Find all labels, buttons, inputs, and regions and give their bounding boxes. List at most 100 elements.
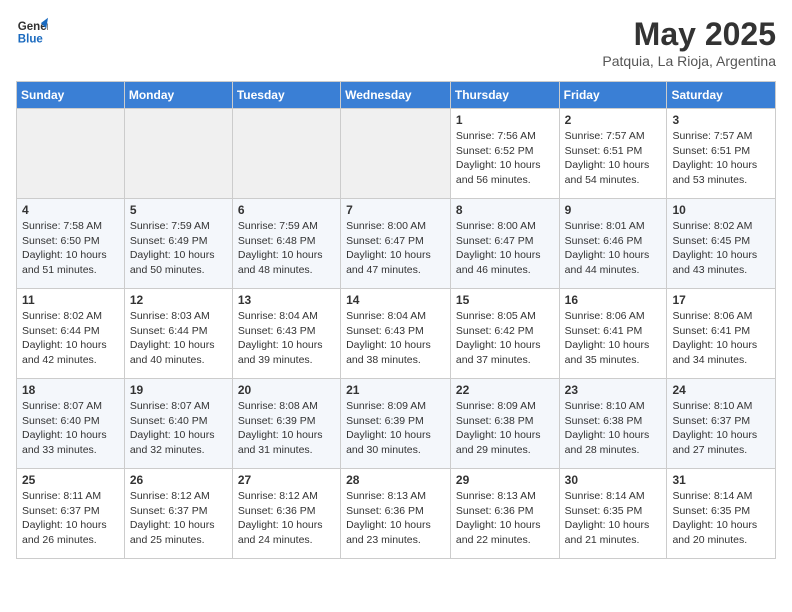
day-info: Sunrise: 8:09 AMSunset: 6:38 PMDaylight:… <box>456 399 554 458</box>
day-number: 12 <box>130 293 227 307</box>
calendar-cell: 10 Sunrise: 8:02 AMSunset: 6:45 PMDayligh… <box>667 199 776 289</box>
day-info: Sunrise: 8:06 AMSunset: 6:41 PMDaylight:… <box>672 309 770 368</box>
calendar-week-1: 1 Sunrise: 7:56 AMSunset: 6:52 PMDaylight… <box>17 109 776 199</box>
day-info: Sunrise: 8:10 AMSunset: 6:37 PMDaylight:… <box>672 399 770 458</box>
calendar-cell: 14 Sunrise: 8:04 AMSunset: 6:43 PMDayligh… <box>341 289 451 379</box>
calendar-cell: 17 Sunrise: 8:06 AMSunset: 6:41 PMDayligh… <box>667 289 776 379</box>
day-info: Sunrise: 7:56 AMSunset: 6:52 PMDaylight:… <box>456 129 554 188</box>
day-info: Sunrise: 8:07 AMSunset: 6:40 PMDaylight:… <box>130 399 227 458</box>
day-number: 3 <box>672 113 770 127</box>
calendar-cell: 6 Sunrise: 7:59 AMSunset: 6:48 PMDaylight… <box>232 199 340 289</box>
calendar-cell: 24Sunrise: 8:10 AMSunset: 6:37 PMDayligh… <box>667 379 776 469</box>
day-info: Sunrise: 8:12 AMSunset: 6:37 PMDaylight:… <box>130 489 227 548</box>
day-info: Sunrise: 8:09 AMSunset: 6:39 PMDaylight:… <box>346 399 445 458</box>
location-subtitle: Patquia, La Rioja, Argentina <box>602 53 776 69</box>
calendar-cell: 31Sunrise: 8:14 AMSunset: 6:35 PMDayligh… <box>667 469 776 559</box>
calendar-cell: 7 Sunrise: 8:00 AMSunset: 6:47 PMDaylight… <box>341 199 451 289</box>
day-info: Sunrise: 8:04 AMSunset: 6:43 PMDaylight:… <box>346 309 445 368</box>
day-info: Sunrise: 7:57 AMSunset: 6:51 PMDaylight:… <box>565 129 662 188</box>
day-info: Sunrise: 8:10 AMSunset: 6:38 PMDaylight:… <box>565 399 662 458</box>
day-number: 6 <box>238 203 335 217</box>
day-number: 25 <box>22 473 119 487</box>
calendar-cell <box>341 109 451 199</box>
day-number: 26 <box>130 473 227 487</box>
calendar-cell: 27 Sunrise: 8:12 AMSunset: 6:36 PMDayligh… <box>232 469 340 559</box>
day-info: Sunrise: 7:57 AMSunset: 6:51 PMDaylight:… <box>672 129 770 188</box>
day-info: Sunrise: 8:00 AMSunset: 6:47 PMDaylight:… <box>456 219 554 278</box>
calendar-table: SundayMondayTuesdayWednesdayThursdayFrid… <box>16 81 776 559</box>
calendar-cell: 23 Sunrise: 8:10 AMSunset: 6:38 PMDayligh… <box>559 379 667 469</box>
day-info: Sunrise: 8:00 AMSunset: 6:47 PMDaylight:… <box>346 219 445 278</box>
calendar-cell: 30 Sunrise: 8:14 AMSunset: 6:35 PMDayligh… <box>559 469 667 559</box>
calendar-cell <box>232 109 340 199</box>
day-number: 13 <box>238 293 335 307</box>
day-of-week-saturday: Saturday <box>667 82 776 109</box>
day-info: Sunrise: 8:02 AMSunset: 6:45 PMDaylight:… <box>672 219 770 278</box>
day-info: Sunrise: 8:04 AMSunset: 6:43 PMDaylight:… <box>238 309 335 368</box>
calendar-cell: 20Sunrise: 8:08 AMSunset: 6:39 PMDayligh… <box>232 379 340 469</box>
calendar-cell <box>17 109 125 199</box>
day-info: Sunrise: 8:01 AMSunset: 6:46 PMDaylight:… <box>565 219 662 278</box>
calendar-header-row: SundayMondayTuesdayWednesdayThursdayFrid… <box>17 82 776 109</box>
calendar-cell: 15 Sunrise: 8:05 AMSunset: 6:42 PMDayligh… <box>450 289 559 379</box>
day-info: Sunrise: 8:13 AMSunset: 6:36 PMDaylight:… <box>456 489 554 548</box>
day-of-week-monday: Monday <box>124 82 232 109</box>
day-number: 9 <box>565 203 662 217</box>
calendar-cell: 29 Sunrise: 8:13 AMSunset: 6:36 PMDayligh… <box>450 469 559 559</box>
day-info: Sunrise: 8:03 AMSunset: 6:44 PMDaylight:… <box>130 309 227 368</box>
day-number: 17 <box>672 293 770 307</box>
page-header: General Blue May 2025 Patquia, La Rioja,… <box>16 16 776 69</box>
day-number: 1 <box>456 113 554 127</box>
calendar-cell: 13 Sunrise: 8:04 AMSunset: 6:43 PMDayligh… <box>232 289 340 379</box>
day-number: 22 <box>456 383 554 397</box>
day-of-week-tuesday: Tuesday <box>232 82 340 109</box>
day-number: 21 <box>346 383 445 397</box>
day-number: 10 <box>672 203 770 217</box>
day-info: Sunrise: 7:58 AMSunset: 6:50 PMDaylight:… <box>22 219 119 278</box>
day-number: 23 <box>565 383 662 397</box>
day-of-week-thursday: Thursday <box>450 82 559 109</box>
calendar-cell: 4 Sunrise: 7:58 AMSunset: 6:50 PMDaylight… <box>17 199 125 289</box>
day-info: Sunrise: 8:07 AMSunset: 6:40 PMDaylight:… <box>22 399 119 458</box>
day-info: Sunrise: 8:14 AMSunset: 6:35 PMDaylight:… <box>565 489 662 548</box>
calendar-cell: 5Sunrise: 7:59 AMSunset: 6:49 PMDaylight… <box>124 199 232 289</box>
title-block: May 2025 Patquia, La Rioja, Argentina <box>602 16 776 69</box>
day-info: Sunrise: 8:13 AMSunset: 6:36 PMDaylight:… <box>346 489 445 548</box>
day-number: 8 <box>456 203 554 217</box>
calendar-cell: 19 Sunrise: 8:07 AMSunset: 6:40 PMDayligh… <box>124 379 232 469</box>
calendar-cell: 9 Sunrise: 8:01 AMSunset: 6:46 PMDaylight… <box>559 199 667 289</box>
day-number: 2 <box>565 113 662 127</box>
calendar-week-5: 25 Sunrise: 8:11 AMSunset: 6:37 PMDayligh… <box>17 469 776 559</box>
day-number: 29 <box>456 473 554 487</box>
calendar-cell: 22 Sunrise: 8:09 AMSunset: 6:38 PMDayligh… <box>450 379 559 469</box>
day-info: Sunrise: 8:12 AMSunset: 6:36 PMDaylight:… <box>238 489 335 548</box>
calendar-cell: 12 Sunrise: 8:03 AMSunset: 6:44 PMDayligh… <box>124 289 232 379</box>
day-number: 5 <box>130 203 227 217</box>
day-number: 11 <box>22 293 119 307</box>
day-number: 19 <box>130 383 227 397</box>
logo: General Blue <box>16 16 48 48</box>
calendar-week-3: 11 Sunrise: 8:02 AMSunset: 6:44 PMDayligh… <box>17 289 776 379</box>
day-number: 15 <box>456 293 554 307</box>
calendar-week-2: 4 Sunrise: 7:58 AMSunset: 6:50 PMDaylight… <box>17 199 776 289</box>
day-number: 14 <box>346 293 445 307</box>
day-info: Sunrise: 8:02 AMSunset: 6:44 PMDaylight:… <box>22 309 119 368</box>
day-info: Sunrise: 7:59 AMSunset: 6:48 PMDaylight:… <box>238 219 335 278</box>
day-number: 4 <box>22 203 119 217</box>
logo-icon: General Blue <box>16 16 48 48</box>
day-number: 31 <box>672 473 770 487</box>
day-of-week-wednesday: Wednesday <box>341 82 451 109</box>
day-number: 27 <box>238 473 335 487</box>
calendar-week-4: 18Sunrise: 8:07 AMSunset: 6:40 PMDayligh… <box>17 379 776 469</box>
calendar-cell: 28 Sunrise: 8:13 AMSunset: 6:36 PMDayligh… <box>341 469 451 559</box>
day-info: Sunrise: 8:05 AMSunset: 6:42 PMDaylight:… <box>456 309 554 368</box>
day-number: 20 <box>238 383 335 397</box>
day-info: Sunrise: 8:11 AMSunset: 6:37 PMDaylight:… <box>22 489 119 548</box>
calendar-cell: 26 Sunrise: 8:12 AMSunset: 6:37 PMDayligh… <box>124 469 232 559</box>
day-number: 28 <box>346 473 445 487</box>
calendar-cell: 18Sunrise: 8:07 AMSunset: 6:40 PMDayligh… <box>17 379 125 469</box>
month-title: May 2025 <box>602 16 776 53</box>
day-number: 16 <box>565 293 662 307</box>
day-number: 7 <box>346 203 445 217</box>
day-number: 30 <box>565 473 662 487</box>
